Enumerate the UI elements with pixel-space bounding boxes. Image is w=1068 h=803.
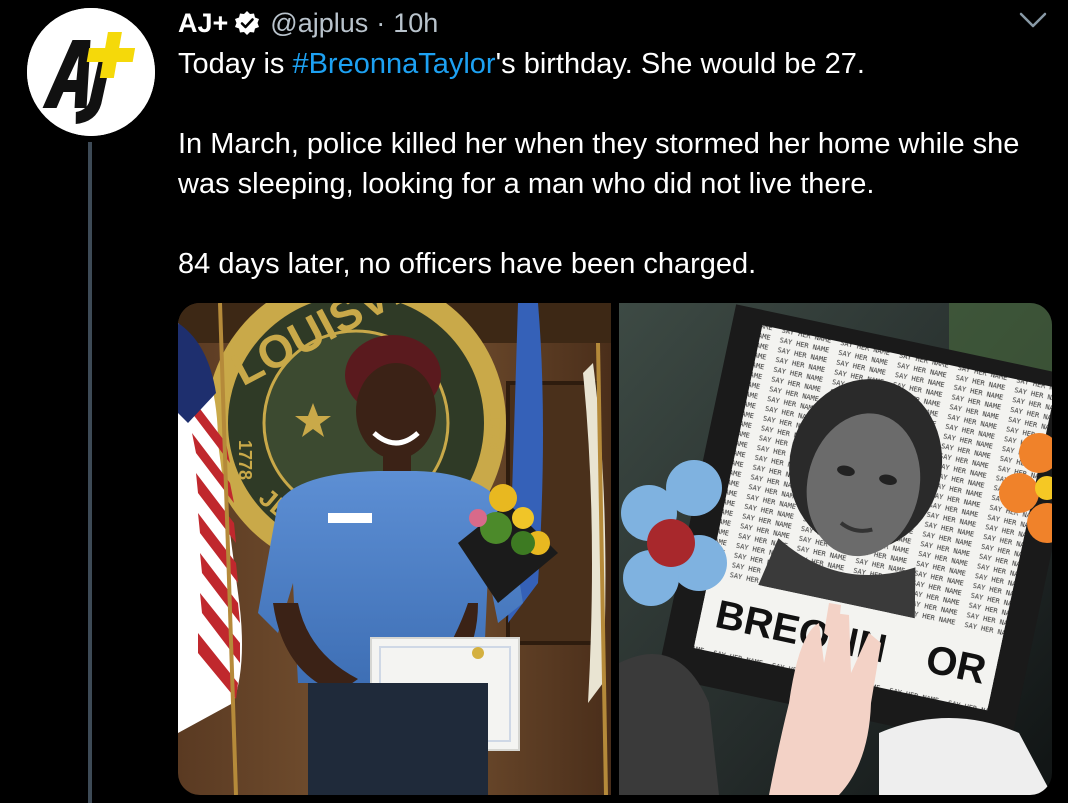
photo-graduation[interactable]: LOUISVILLE 1778 1778 JE bbox=[178, 303, 611, 795]
handle[interactable]: @ajplus bbox=[270, 8, 368, 39]
display-name[interactable]: AJ+ bbox=[178, 8, 228, 39]
seal-year-left: 1778 bbox=[235, 440, 255, 480]
text-suffix: 's birthday. She would be 27. bbox=[495, 48, 865, 80]
seal-year-right: 1778 bbox=[485, 412, 505, 452]
tweet-header: AJ+ @ajplus · 10h bbox=[178, 6, 438, 40]
ajplus-logo-icon bbox=[27, 8, 155, 136]
tweet[interactable]: AJ+ @ajplus · 10h Today is #BreonnaTaylo… bbox=[0, 0, 1068, 803]
tweet-paragraph-2: In March, police killed her when they st… bbox=[178, 128, 1020, 200]
thread-line bbox=[88, 142, 92, 803]
text-prefix: Today is bbox=[178, 48, 293, 80]
tweet-paragraph-1: Today is #BreonnaTaylor's birthday. She … bbox=[178, 44, 1048, 84]
chevron-down-icon[interactable] bbox=[1018, 10, 1048, 30]
media-grid: LOUISVILLE 1778 1778 JE bbox=[178, 303, 1052, 795]
timestamp[interactable]: 10h bbox=[393, 8, 438, 39]
photo-protest-sign[interactable]: SAY HER NAME BREONN bbox=[619, 303, 1052, 795]
tweet-paragraph-3: 84 days later, no officers have been cha… bbox=[178, 248, 757, 280]
verified-badge-icon bbox=[234, 10, 260, 36]
avatar[interactable] bbox=[27, 8, 155, 136]
tweet-text: Today is #BreonnaTaylor's birthday. She … bbox=[178, 44, 1048, 284]
separator-dot: · bbox=[376, 7, 386, 38]
hashtag-link[interactable]: #BreonnaTaylor bbox=[292, 48, 495, 80]
